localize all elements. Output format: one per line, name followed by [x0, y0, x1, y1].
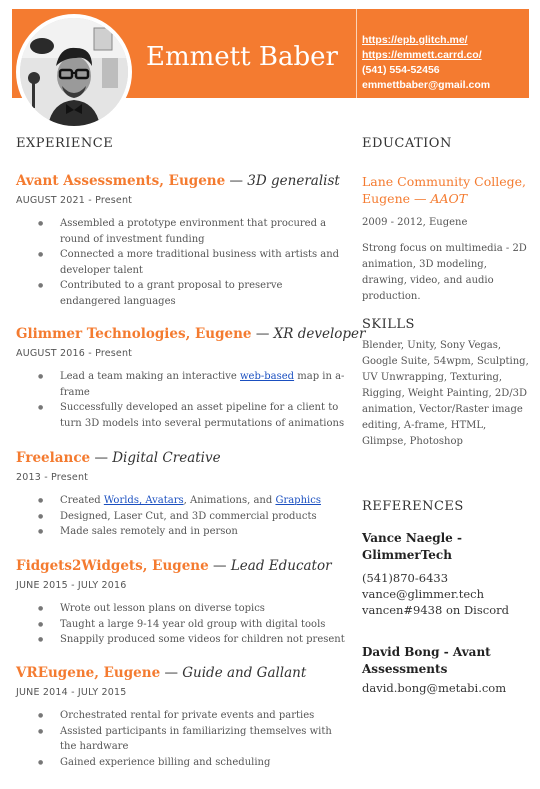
bullet-text: , Animations, and: [183, 495, 276, 506]
title-dash: —: [94, 450, 108, 466]
worlds-avatars-link[interactable]: Worlds, Avatars: [104, 495, 184, 506]
job-role: Guide and Gallant: [182, 665, 307, 681]
bullet-text: Lead a team making an interactive: [60, 371, 240, 382]
job-date: JUNE 2014 - JULY 2015: [16, 687, 127, 698]
degree-name: AAOT: [430, 191, 468, 206]
list-item: Assembled a prototype environment that p…: [38, 216, 346, 247]
education-entry: Lane Community College, Eugene — AAOT 20…: [362, 173, 532, 305]
references-heading: REFERENCES: [362, 499, 464, 514]
job-org: Avant Assessments, Eugene: [16, 173, 226, 189]
job-title: Freelance — Digital Creative: [16, 450, 346, 466]
web-based-link[interactable]: web-based: [240, 371, 294, 382]
job-date: AUGUST 2016 - Present: [16, 348, 133, 359]
job-bullets: Created Worlds, Avatars, Animations, and…: [16, 493, 346, 540]
education-date: 2009 - 2012, Eugene: [362, 217, 468, 228]
job-date: JUNE 2015 - JULY 2016: [16, 580, 127, 591]
job-role: 3D generalist: [247, 173, 340, 189]
title-dash: —: [229, 173, 244, 189]
reference-name: David Bong - Avant Assessments: [362, 645, 491, 676]
reference-email: vance@glimmer.tech: [362, 587, 485, 601]
education-description: Strong focus on multimedia - 2D animatio…: [362, 243, 527, 302]
job-role: XR developer: [273, 326, 366, 342]
portfolio-link-glitch[interactable]: https://epb.glitch.me/: [362, 33, 490, 48]
education-school: Lane Community College, Eugene — AAOT: [362, 173, 532, 207]
education-heading: EDUCATION: [362, 136, 452, 151]
job-bullets: Orchestrated rental for private events a…: [16, 708, 346, 770]
job-date: 2013 - Present: [16, 472, 89, 483]
job-org: Glimmer Technologies, Eugene: [16, 326, 252, 342]
reference-phone: (541)870-6433: [362, 571, 449, 585]
list-item: Assisted participants in familiarizing t…: [38, 724, 346, 755]
profile-photo: [20, 18, 128, 126]
portfolio-link-carrd[interactable]: https://emmett.carrd.co/: [362, 48, 490, 63]
candidate-name: Emmett Baber: [146, 42, 338, 72]
job-entry: VREugene, Eugene — Guide and Gallant JUN…: [16, 665, 346, 770]
job-org: Fidgets2Widgets, Eugene: [16, 558, 209, 574]
header-divider: [356, 9, 357, 98]
profile-photo-image: [20, 18, 128, 126]
title-dash: —: [213, 558, 227, 574]
phone-number: (541) 554-52456: [362, 64, 440, 76]
list-item: Contributed to a grant proposal to prese…: [38, 278, 346, 309]
list-item: Lead a team making an interactive web-ba…: [38, 369, 346, 400]
skills-heading: SKILLS: [362, 317, 415, 332]
contact-block: https://epb.glitch.me/ https://emmett.ca…: [362, 33, 490, 93]
skills-list: Blender, Unity, Sony Vegas, Google Suite…: [362, 340, 529, 447]
list-item: Created Worlds, Avatars, Animations, and…: [38, 493, 346, 509]
job-bullets: Lead a team making an interactive web-ba…: [16, 369, 346, 431]
list-item: Snappily produced some videos for childr…: [38, 632, 346, 648]
title-dash: —: [255, 326, 270, 342]
list-item: Connected a more traditional business wi…: [38, 247, 346, 278]
reference-entry: Vance Naegle - GlimmerTech (541)870-6433…: [362, 530, 532, 618]
reference-name: Vance Naegle - GlimmerTech: [362, 531, 462, 562]
job-title: VREugene, Eugene — Guide and Gallant: [16, 665, 346, 681]
job-title: Fidgets2Widgets, Eugene — Lead Educator: [16, 558, 346, 574]
reference-entry: David Bong - Avant Assessments david.bon…: [362, 644, 532, 696]
experience-heading: EXPERIENCE: [16, 136, 114, 151]
job-title: Avant Assessments, Eugene — 3D generalis…: [16, 173, 346, 189]
job-title: Glimmer Technologies, Eugene — XR develo…: [16, 326, 365, 342]
job-entry: Avant Assessments, Eugene — 3D generalis…: [16, 173, 346, 309]
list-item: Gained experience billing and scheduling: [38, 755, 346, 771]
title-dash: —: [414, 191, 427, 206]
bullet-text: Created: [60, 495, 104, 506]
list-item: Successfully developed an asset pipeline…: [38, 400, 346, 431]
list-item: Taught a large 9-14 year old group with …: [38, 617, 346, 633]
job-entry: Glimmer Technologies, Eugene — XR develo…: [16, 326, 365, 431]
job-date: AUGUST 2021 - Present: [16, 195, 133, 206]
job-org: VREugene, Eugene: [16, 665, 161, 681]
job-entry: Freelance — Digital Creative 2013 - Pres…: [16, 450, 346, 540]
job-bullets: Wrote out lesson plans on diverse topics…: [16, 601, 346, 648]
title-dash: —: [164, 665, 178, 681]
reference-discord: vancen#9438 on Discord: [362, 603, 509, 617]
job-role: Digital Creative: [112, 450, 221, 466]
list-item: Orchestrated rental for private events a…: [38, 708, 346, 724]
email-address: emmettbaber@gmail.com: [362, 79, 491, 91]
graphics-link[interactable]: Graphics: [275, 495, 321, 506]
job-entry: Fidgets2Widgets, Eugene — Lead Educator …: [16, 558, 346, 648]
job-org: Freelance: [16, 450, 91, 466]
list-item: Made sales remotely and in person: [38, 524, 346, 540]
job-bullets: Assembled a prototype environment that p…: [16, 216, 346, 309]
list-item: Wrote out lesson plans on diverse topics: [38, 601, 346, 617]
job-role: Lead Educator: [230, 558, 332, 574]
reference-email: david.bong@metabi.com: [362, 681, 507, 695]
list-item: Designed, Laser Cut, and 3D commercial p…: [38, 509, 346, 525]
